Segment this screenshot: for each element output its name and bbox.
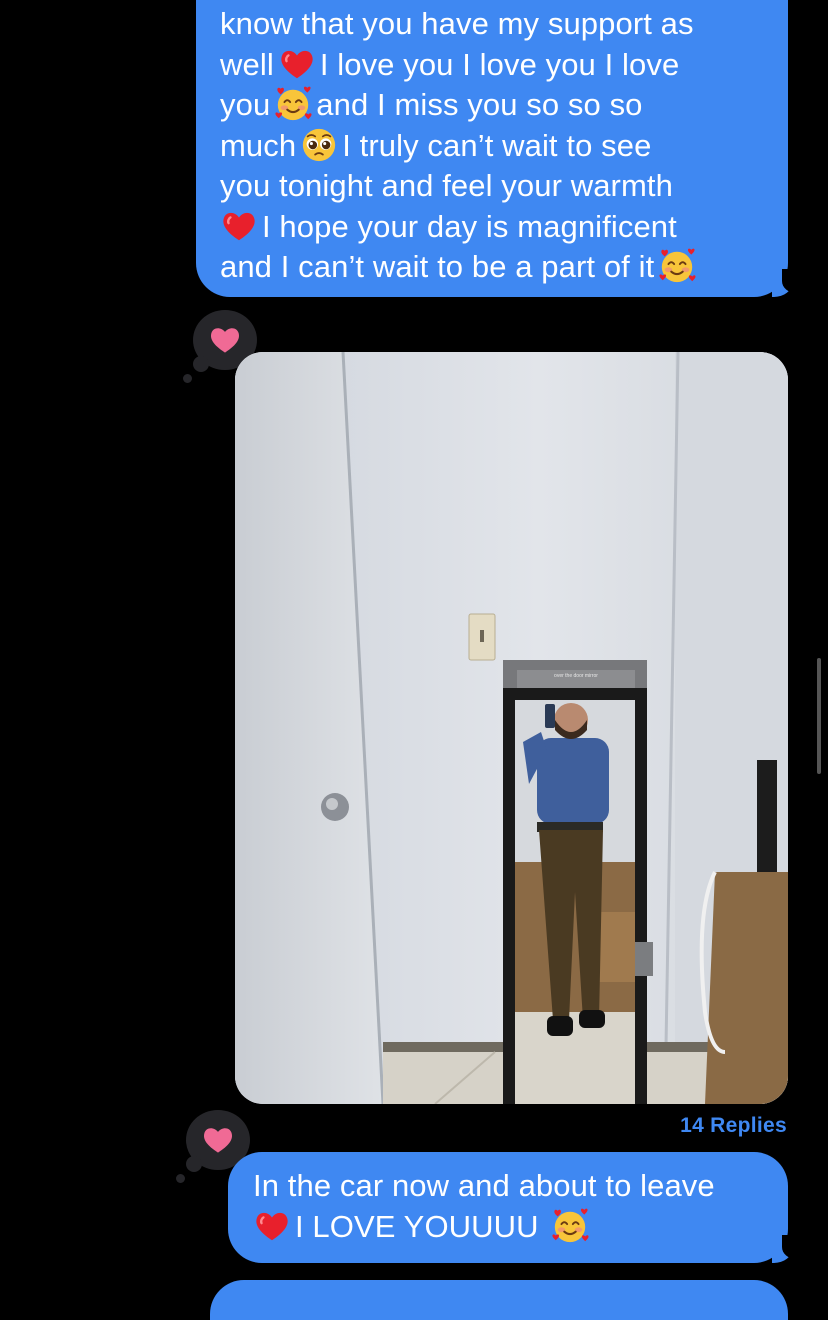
message-text: I LOVE YOUUUU [295,1208,539,1244]
message-text: much [220,127,297,163]
message-text: well [220,46,274,82]
heart-icon [200,1122,236,1158]
mirror-label-text: over the door mirror [554,673,598,679]
replies-link[interactable]: 14 Replies [680,1114,787,1138]
smiling-face-with-hearts-emoji [658,247,696,285]
message-text: and I can’t wait to be a part of it [220,249,655,284]
pleading-face-emoji [300,126,338,164]
message-bubble-sent[interactable]: In the car now and about to leave I LOVE… [228,1152,798,1263]
message-text: you [220,87,271,122]
message-line: you and I miss you so so so [220,85,768,126]
bubble-tail [772,1235,798,1263]
tapback-dot [186,1156,202,1172]
heart-icon [207,322,243,358]
message-bubble-sent[interactable]: know that you have my support as well I l… [196,0,798,297]
message-line: you tonight and feel your warmth [220,168,673,203]
red-heart-emoji [253,1207,291,1245]
message-line: well I love you I love you I love [220,45,768,86]
message-line: I LOVE YOUUUU [253,1207,768,1248]
message-bubble-sent-partial[interactable] [210,1280,788,1320]
smiling-face-with-hearts-emoji [551,1207,589,1245]
message-line: In the car now and about to leave [253,1168,715,1203]
smiling-face-with-hearts-emoji [274,85,312,123]
message-text: I love you I love you I love [319,46,680,82]
message-text: I hope your day is magnificent [262,208,677,244]
photo-image: over the door mirror [235,352,788,1104]
scrollbar[interactable] [817,658,821,774]
message-line: I hope your day is magnificent [220,207,768,248]
message-line: know that you have my support as [220,6,694,41]
photo-attachment[interactable]: over the door mirror [235,352,788,1104]
red-heart-emoji [220,207,258,245]
message-line: and I can’t wait to be a part of it [220,247,768,288]
message-text: I truly can’t wait to see [342,127,652,163]
message-line: much I truly can’t wait to see [220,126,768,167]
tapback-dot [176,1174,185,1183]
bubble-tail [772,269,798,297]
tapback-dot [183,374,192,383]
message-text: and I miss you so so so [316,87,643,122]
red-heart-emoji [278,45,316,83]
tapback-dot [193,356,209,372]
